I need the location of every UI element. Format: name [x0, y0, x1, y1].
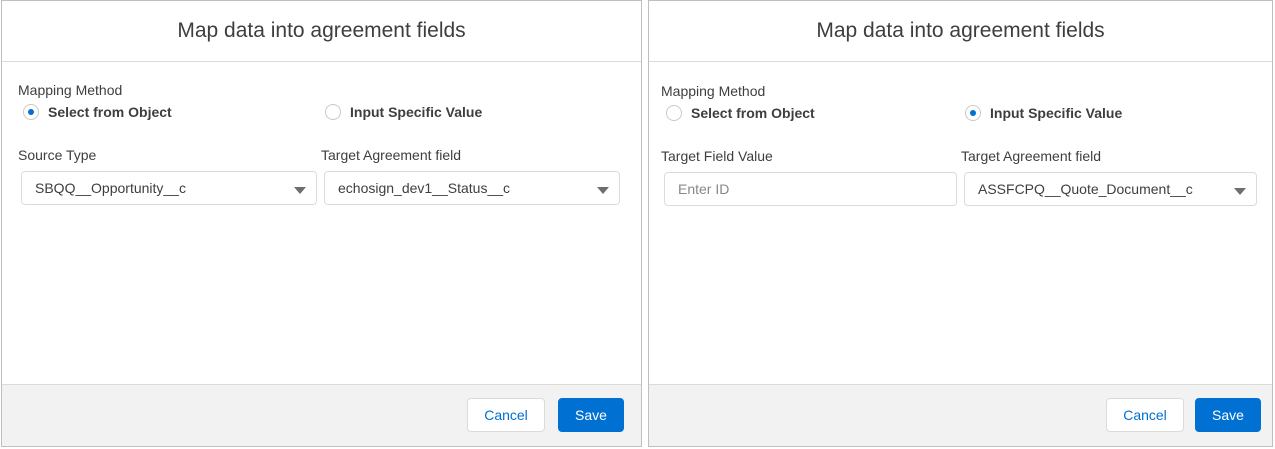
- cancel-button[interactable]: Cancel: [467, 398, 545, 432]
- mapping-modal-input-specific-value: Map data into agreement fields Mapping M…: [648, 0, 1273, 447]
- save-button[interactable]: Save: [558, 398, 624, 432]
- radio-select-from-object[interactable]: Select from Object: [666, 105, 815, 121]
- modal-header: Map data into agreement fields: [2, 1, 641, 62]
- mapping-method-label: Mapping Method: [18, 82, 123, 98]
- cancel-button[interactable]: Cancel: [1106, 398, 1184, 432]
- radio-label-input-specific-value: Input Specific Value: [350, 104, 483, 120]
- target-agreement-field-select[interactable]: ASSFCPQ__Quote_Document__c: [964, 172, 1257, 206]
- source-type-select[interactable]: SBQQ__Opportunity__c: [21, 171, 317, 205]
- source-type-value: SBQQ__Opportunity__c: [35, 180, 186, 196]
- radio-select-from-object[interactable]: Select from Object: [23, 104, 172, 120]
- modal-title: Map data into agreement fields: [816, 19, 1105, 42]
- dropdown-caret-icon: [1234, 188, 1246, 195]
- target-agreement-field-label: Target Agreement field: [321, 147, 462, 163]
- radio-label-input-specific-value: Input Specific Value: [990, 105, 1123, 121]
- dropdown-caret-icon: [597, 187, 609, 194]
- target-agreement-field-value: ASSFCPQ__Quote_Document__c: [978, 181, 1193, 197]
- mapping-method-label: Mapping Method: [661, 83, 766, 99]
- radio-checked-icon[interactable]: [23, 104, 39, 120]
- target-field-value-input[interactable]: [664, 172, 957, 206]
- radio-checked-icon[interactable]: [965, 105, 981, 121]
- radio-label-select-from-object: Select from Object: [691, 105, 815, 121]
- radio-label-select-from-object: Select from Object: [48, 104, 172, 120]
- target-agreement-field-select[interactable]: echosign_dev1__Status__c: [324, 171, 620, 205]
- modal-footer: Cancel Save: [649, 384, 1272, 446]
- radio-unchecked-icon[interactable]: [325, 104, 341, 120]
- target-agreement-field-value: echosign_dev1__Status__c: [338, 180, 511, 196]
- modal-title: Map data into agreement fields: [177, 19, 466, 42]
- dropdown-caret-icon: [294, 187, 306, 194]
- target-agreement-field-label: Target Agreement field: [961, 148, 1102, 164]
- source-type-label: Source Type: [18, 147, 97, 163]
- target-field-value-label: Target Field Value: [661, 148, 773, 164]
- radio-input-specific-value[interactable]: Input Specific Value: [965, 105, 1122, 121]
- radio-unchecked-icon[interactable]: [666, 105, 682, 121]
- save-button[interactable]: Save: [1195, 398, 1261, 432]
- modal-footer: Cancel Save: [2, 384, 641, 446]
- mapping-modal-select-from-object: Map data into agreement fields Mapping M…: [1, 0, 642, 447]
- modal-header: Map data into agreement fields: [649, 1, 1272, 62]
- radio-input-specific-value[interactable]: Input Specific Value: [325, 104, 482, 120]
